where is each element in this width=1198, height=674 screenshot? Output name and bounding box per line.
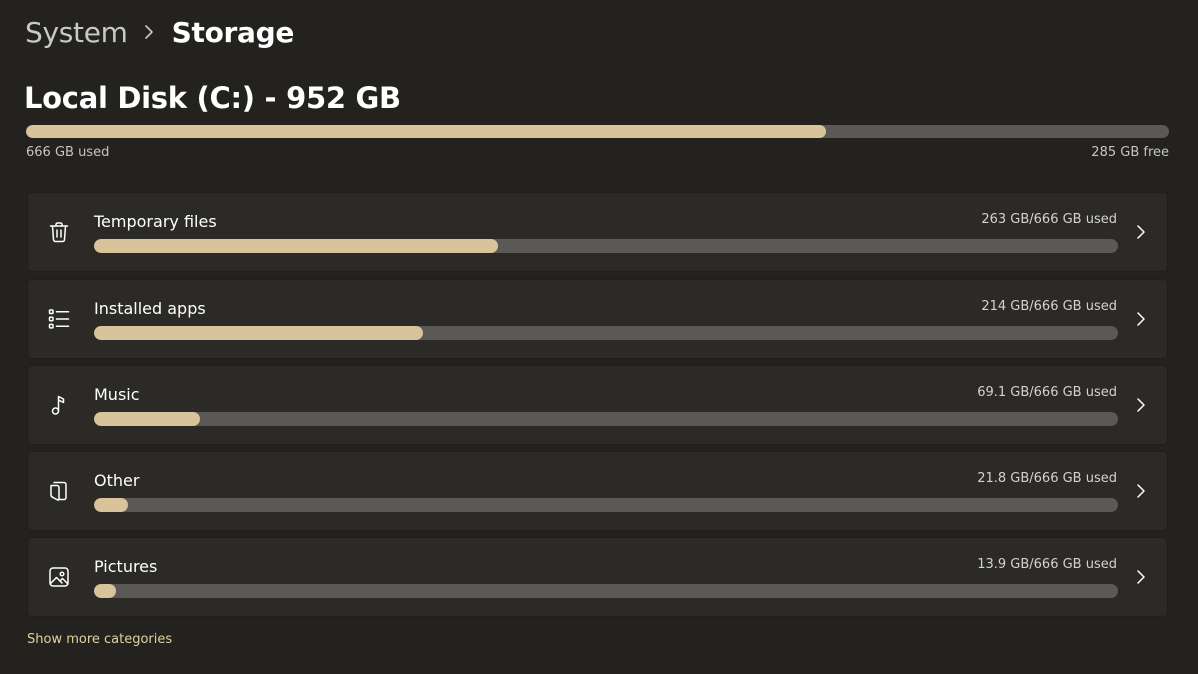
chevron-right-icon (1134, 223, 1148, 241)
category-label: Other (94, 471, 140, 490)
disk-usage-fill (26, 125, 827, 138)
category-usage-bar (94, 498, 1118, 512)
chevron-right-icon (1134, 396, 1148, 414)
category-usage-bar (94, 584, 1118, 598)
music-note-icon (47, 393, 71, 417)
document-icon (47, 479, 71, 503)
category-usage-fill (94, 412, 201, 426)
category-label: Temporary files (94, 212, 217, 231)
category-pictures[interactable]: Pictures 13.9 GB/666 GB used (27, 537, 1168, 617)
disk-usage-bar (26, 125, 1169, 138)
chevron-right-icon (1134, 310, 1148, 328)
category-usage-fill (94, 326, 423, 340)
chevron-right-icon (1134, 482, 1148, 500)
page-title: Storage (171, 15, 295, 49)
picture-icon (47, 565, 71, 589)
category-label: Music (94, 385, 140, 404)
category-usage-bar (94, 412, 1118, 426)
category-temporary-files[interactable]: Temporary files 263 GB/666 GB used (27, 192, 1168, 272)
category-usage-fill (94, 498, 128, 512)
category-usage-bar (94, 326, 1118, 340)
category-usage-fill (94, 239, 499, 253)
disk-title: Local Disk (C:) - 952 GB (24, 81, 401, 115)
category-usage-bar (94, 239, 1118, 253)
category-installed-apps[interactable]: Installed apps 214 GB/666 GB used (27, 279, 1168, 359)
category-other[interactable]: Other 21.8 GB/666 GB used (27, 451, 1168, 531)
category-label: Installed apps (94, 299, 206, 318)
category-usage: 21.8 GB/666 GB used (977, 471, 1117, 486)
category-usage-fill (94, 584, 116, 598)
category-label: Pictures (94, 557, 158, 576)
disk-free-label: 285 GB free (1091, 145, 1169, 160)
category-usage: 69.1 GB/666 GB used (977, 385, 1117, 400)
breadcrumb: System Storage (25, 10, 294, 54)
list-icon (47, 307, 71, 331)
trash-icon (47, 220, 71, 244)
category-usage: 214 GB/666 GB used (981, 299, 1117, 314)
show-more-categories-link[interactable]: Show more categories (27, 632, 172, 647)
chevron-right-icon (1134, 568, 1148, 586)
chevron-right-icon (144, 24, 154, 40)
category-usage: 13.9 GB/666 GB used (977, 557, 1117, 572)
category-music[interactable]: Music 69.1 GB/666 GB used (27, 365, 1168, 445)
category-usage: 263 GB/666 GB used (981, 212, 1117, 227)
disk-used-label: 666 GB used (26, 145, 110, 160)
breadcrumb-system[interactable]: System (25, 16, 128, 49)
